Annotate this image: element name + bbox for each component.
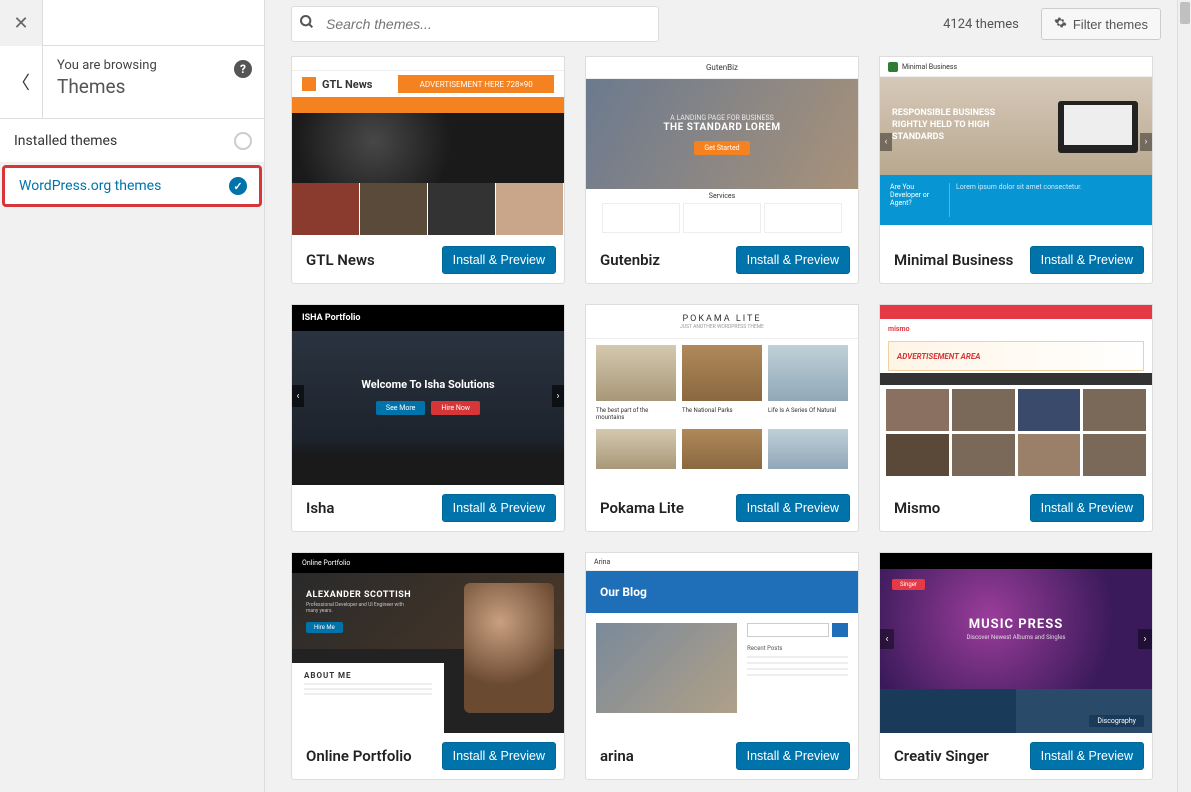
theme-thumbnail: ISHA Portfolio Welcome To Isha Solutions… <box>292 305 564 485</box>
themes-count: 4124 themes <box>943 17 1019 32</box>
theme-thumbnail: Online Portfolio ALEXANDER SCOTTISHProfe… <box>292 553 564 733</box>
radio-unchecked-icon <box>234 132 252 150</box>
theme-thumbnail: Arina Our Blog Recent Posts <box>586 553 858 733</box>
theme-card[interactable]: Online Portfolio ALEXANDER SCOTTISHProfe… <box>291 552 565 780</box>
install-preview-button[interactable]: Install & Preview <box>1030 494 1144 522</box>
theme-thumbnail: POKAMA LITEJUST ANOTHER WORDPRESS THEME … <box>586 305 858 485</box>
chevron-left-icon: 〈 <box>12 69 30 95</box>
filter-installed-themes[interactable]: Installed themes <box>0 119 264 163</box>
filter-button-label: Filter themes <box>1073 17 1148 32</box>
theme-name: Online Portfolio <box>306 747 412 765</box>
theme-name: Creativ Singer <box>894 747 989 765</box>
toolbar: 4124 themes Filter themes <box>291 6 1161 42</box>
scrollbar-thumb[interactable] <box>1180 2 1190 24</box>
main-panel: 4124 themes Filter themes GTL NewsADVERT… <box>265 0 1191 792</box>
theme-name: Isha <box>306 499 334 517</box>
scrollbar[interactable] <box>1177 0 1191 792</box>
install-preview-button[interactable]: Install & Preview <box>736 246 850 274</box>
radio-checked-icon <box>229 177 247 195</box>
theme-name: Pokama Lite <box>600 499 684 517</box>
close-button[interactable]: ✕ <box>0 0 43 46</box>
theme-thumbnail: GutenBiz A LANDING PAGE FOR BUSINESS THE… <box>586 57 858 237</box>
help-icon[interactable]: ? <box>234 60 252 78</box>
theme-card[interactable]: mismo ADVERTISEMENT AREA Mismo Install &… <box>879 304 1153 532</box>
install-preview-button[interactable]: Install & Preview <box>1030 742 1144 770</box>
install-preview-button[interactable]: Install & Preview <box>736 494 850 522</box>
search-wrap <box>291 6 659 42</box>
theme-card[interactable]: Singer MUSIC PRESS Discover Newest Album… <box>879 552 1153 780</box>
theme-thumbnail: GTL NewsADVERTISEMENT HERE 728×90 <box>292 57 564 237</box>
theme-name: arina <box>600 747 634 765</box>
back-row: 〈 You are browsing Themes ? <box>0 46 264 119</box>
browsing-label: You are browsing <box>57 58 250 73</box>
section-header: You are browsing Themes ? <box>43 46 264 118</box>
search-input[interactable] <box>291 6 659 42</box>
theme-name: Mismo <box>894 499 940 517</box>
install-preview-button[interactable]: Install & Preview <box>442 494 556 522</box>
install-preview-button[interactable]: Install & Preview <box>1030 246 1144 274</box>
theme-card[interactable]: GutenBiz A LANDING PAGE FOR BUSINESS THE… <box>585 56 859 284</box>
theme-name: Minimal Business <box>894 251 1013 269</box>
theme-card[interactable]: Minimal Business RESPONSIBLE BUSINESS RI… <box>879 56 1153 284</box>
install-preview-button[interactable]: Install & Preview <box>442 742 556 770</box>
theme-name: Gutenbiz <box>600 251 660 269</box>
theme-thumbnail: Minimal Business RESPONSIBLE BUSINESS RI… <box>880 57 1152 237</box>
install-preview-button[interactable]: Install & Preview <box>736 742 850 770</box>
search-icon <box>299 14 315 34</box>
sidebar: ✕ 〈 You are browsing Themes ? Installed … <box>0 0 265 792</box>
gear-icon <box>1054 16 1067 32</box>
filter-label: WordPress.org themes <box>19 178 161 194</box>
filter-wporg-themes[interactable]: WordPress.org themes <box>2 165 262 207</box>
section-title: Themes <box>57 75 250 98</box>
theme-card[interactable]: POKAMA LITEJUST ANOTHER WORDPRESS THEME … <box>585 304 859 532</box>
themes-grid: GTL NewsADVERTISEMENT HERE 728×90 GTL Ne… <box>291 56 1161 780</box>
close-row: ✕ <box>0 0 264 46</box>
theme-card[interactable]: ISHA Portfolio Welcome To Isha Solutions… <box>291 304 565 532</box>
back-button[interactable]: 〈 <box>0 46 43 118</box>
filter-label: Installed themes <box>14 133 117 149</box>
close-icon: ✕ <box>13 13 28 34</box>
sidebar-filters: Installed themes WordPress.org themes <box>0 119 264 792</box>
theme-name: GTL News <box>306 251 375 269</box>
theme-card[interactable]: Arina Our Blog Recent Posts arina Instal… <box>585 552 859 780</box>
theme-card[interactable]: GTL NewsADVERTISEMENT HERE 728×90 GTL Ne… <box>291 56 565 284</box>
install-preview-button[interactable]: Install & Preview <box>442 246 556 274</box>
filter-themes-button[interactable]: Filter themes <box>1041 8 1161 40</box>
theme-thumbnail: mismo ADVERTISEMENT AREA <box>880 305 1152 485</box>
theme-thumbnail: Singer MUSIC PRESS Discover Newest Album… <box>880 553 1152 733</box>
